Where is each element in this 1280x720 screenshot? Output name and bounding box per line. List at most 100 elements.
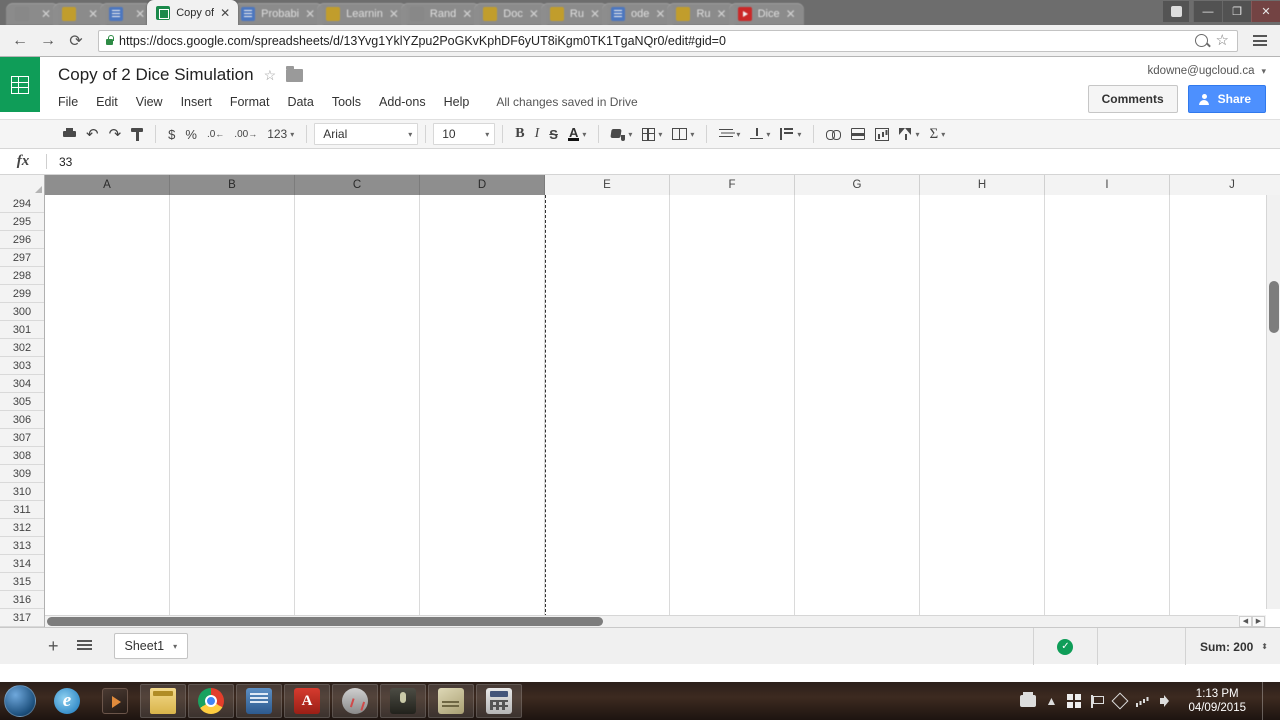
cell-D313[interactable] [420,537,545,555]
cell-D308[interactable] [420,447,545,465]
page-title[interactable]: Copy of 2 Dice Simulation [58,65,254,85]
cell-F302[interactable] [670,339,795,357]
cell-J315[interactable] [1170,573,1280,591]
cell-D294[interactable] [420,195,545,213]
text-wrap-button[interactable]: ▾ [775,123,806,145]
cell-E307[interactable] [545,429,670,447]
cell-B315[interactable] [170,573,295,591]
menu-file[interactable]: File [58,93,87,111]
cell-B299[interactable] [170,285,295,303]
cell-E304[interactable] [545,375,670,393]
show-desktop-button[interactable] [1262,682,1272,720]
close-button[interactable]: ✕ [1251,1,1280,22]
cell-E313[interactable] [545,537,670,555]
cell-D305[interactable] [420,393,545,411]
tab-close-icon[interactable]: ✕ [717,8,727,20]
row-header-295[interactable]: 295 [0,213,44,231]
cell-A298[interactable] [45,267,170,285]
cell-G296[interactable] [795,231,920,249]
column-header-J[interactable]: J [1170,175,1280,195]
cell-F296[interactable] [670,231,795,249]
cell-H315[interactable] [920,573,1045,591]
tab-close-icon[interactable]: ✕ [786,8,796,20]
cell-A312[interactable] [45,519,170,537]
cell-C313[interactable] [295,537,420,555]
redo-button[interactable]: ↷ [104,123,127,145]
cell-C310[interactable] [295,483,420,501]
cell-G313[interactable] [795,537,920,555]
cell-E312[interactable] [545,519,670,537]
cell-J307[interactable] [1170,429,1280,447]
cell-B314[interactable] [170,555,295,573]
cell-G302[interactable] [795,339,920,357]
cell-I300[interactable] [1045,303,1170,321]
cell-A311[interactable] [45,501,170,519]
cell-D310[interactable] [420,483,545,501]
column-header-F[interactable]: F [670,175,795,195]
cell-I307[interactable] [1045,429,1170,447]
cell-J311[interactable] [1170,501,1280,519]
browser-tab-4[interactable]: Probabi ✕ [232,3,324,25]
cell-H308[interactable] [920,447,1045,465]
cell-G307[interactable] [795,429,920,447]
cell-B300[interactable] [170,303,295,321]
tab-close-icon[interactable]: ✕ [41,8,51,20]
taskbar-sticky-notes[interactable] [428,684,474,718]
browser-tab-8[interactable]: Ru ✕ [540,3,609,25]
forward-button[interactable]: → [36,29,60,53]
cell-H307[interactable] [920,429,1045,447]
cell-J294[interactable] [1170,195,1280,213]
cell-C315[interactable] [295,573,420,591]
sum-status-button[interactable]: Sum: 200 ⬍ [1184,628,1280,665]
back-button[interactable]: ← [8,29,32,53]
cell-H306[interactable] [920,411,1045,429]
column-header-E[interactable]: E [545,175,670,195]
vertical-scrollbar[interactable] [1266,195,1280,609]
cell-D299[interactable] [420,285,545,303]
tab-close-icon[interactable]: ✕ [305,8,315,20]
windows-icon[interactable] [1067,694,1082,708]
cell-E300[interactable] [545,303,670,321]
cell-C299[interactable] [295,285,420,303]
cell-G314[interactable] [795,555,920,573]
cell-F312[interactable] [670,519,795,537]
cell-E298[interactable] [545,267,670,285]
row-header-312[interactable]: 312 [0,519,44,537]
sheet-tab-sheet1[interactable]: Sheet1 ▾ [113,633,189,659]
filter-button[interactable]: ▾ [894,123,924,145]
cell-H305[interactable] [920,393,1045,411]
tab-close-icon[interactable]: ✕ [655,8,665,20]
cell-I305[interactable] [1045,393,1170,411]
sheets-logo-icon[interactable] [0,57,40,112]
cell-B296[interactable] [170,231,295,249]
cell-D297[interactable] [420,249,545,267]
row-header-313[interactable]: 313 [0,537,44,555]
cell-F307[interactable] [670,429,795,447]
cell-I311[interactable] [1045,501,1170,519]
cell-A309[interactable] [45,465,170,483]
row-header-317[interactable]: 317 [0,609,44,627]
column-header-C[interactable]: C [295,175,420,195]
cell-A299[interactable] [45,285,170,303]
taskbar-google-chrome[interactable] [188,684,234,718]
cell-C314[interactable] [295,555,420,573]
borders-button[interactable]: ▾ [637,123,667,145]
cell-G295[interactable] [795,213,920,231]
cell-I314[interactable] [1045,555,1170,573]
cell-D296[interactable] [420,231,545,249]
cell-D298[interactable] [420,267,545,285]
cell-C304[interactable] [295,375,420,393]
cell-G297[interactable] [795,249,920,267]
cell-H295[interactable] [920,213,1045,231]
cell-I302[interactable] [1045,339,1170,357]
cell-C306[interactable] [295,411,420,429]
row-header-294[interactable]: 294 [0,195,44,213]
tab-close-icon[interactable]: ✕ [88,8,98,20]
cell-E309[interactable] [545,465,670,483]
paint-format-button[interactable] [126,123,148,145]
cell-A313[interactable] [45,537,170,555]
cell-J300[interactable] [1170,303,1280,321]
cell-H299[interactable] [920,285,1045,303]
cell-D311[interactable] [420,501,545,519]
horizontal-scrollbar-thumb[interactable] [47,617,603,626]
